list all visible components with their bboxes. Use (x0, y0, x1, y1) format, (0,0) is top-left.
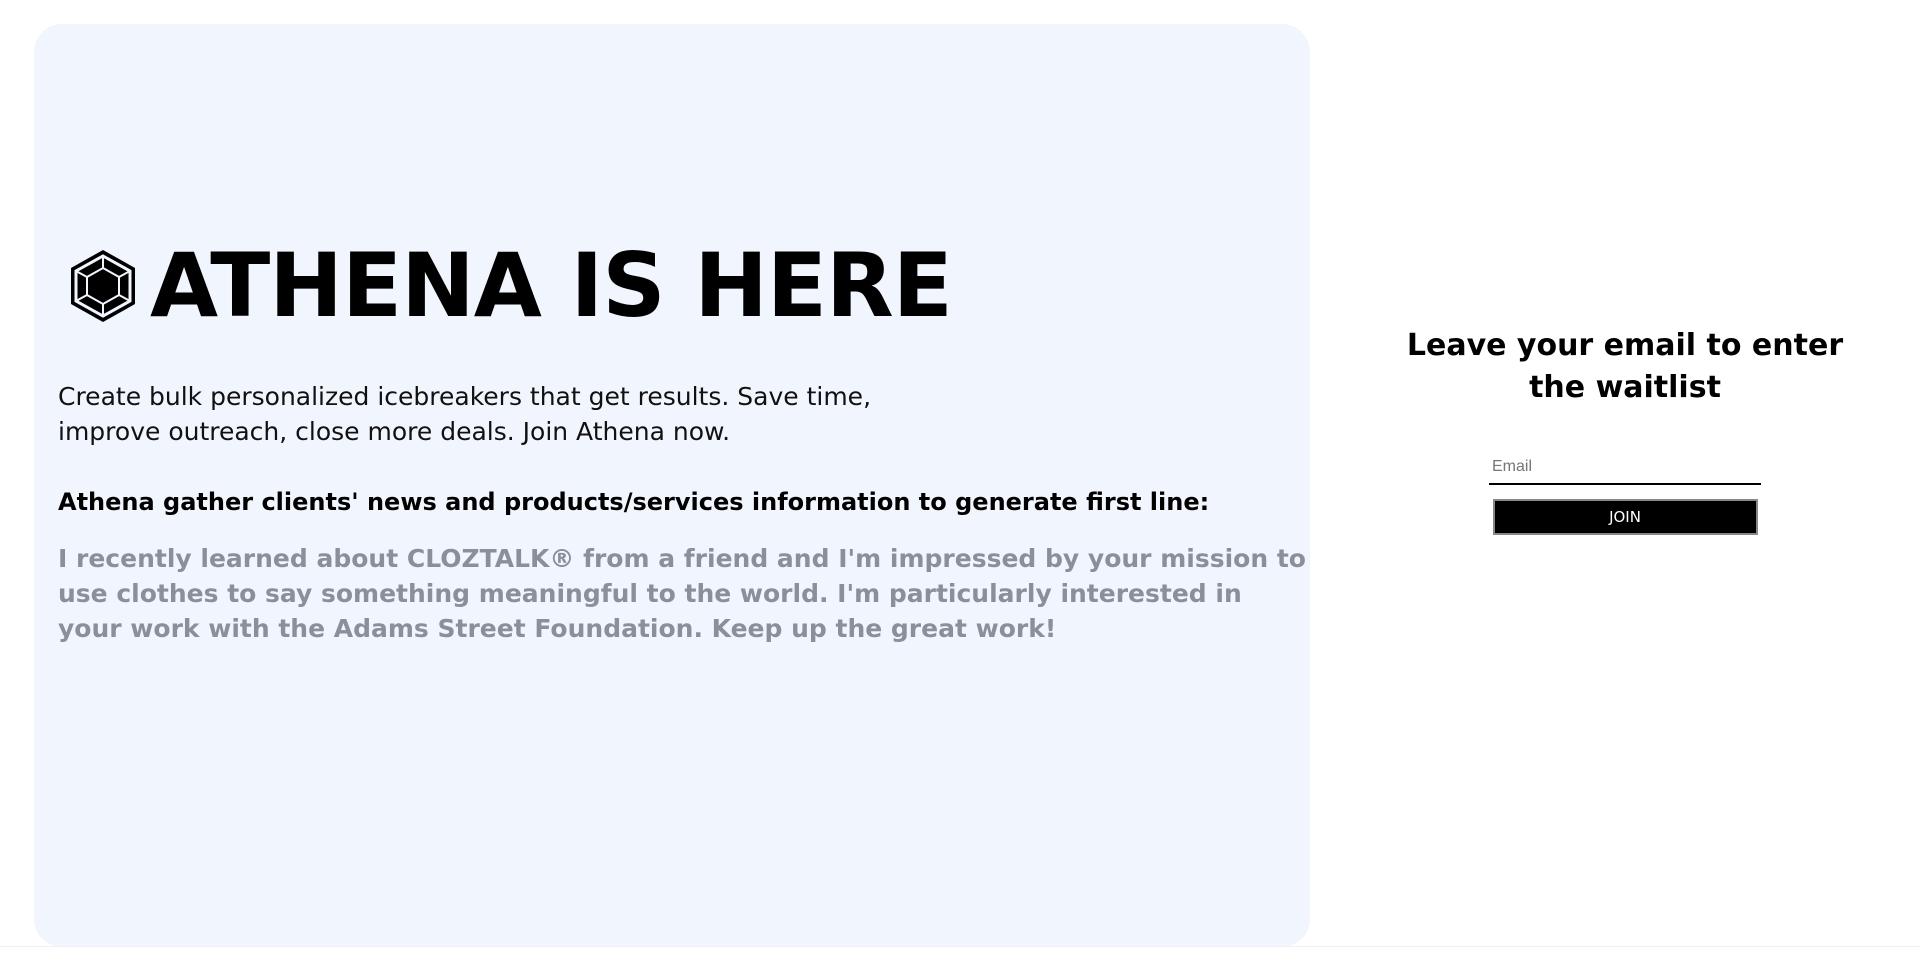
hero-title: ATHENA IS HERE (150, 234, 953, 337)
waitlist-form: Leave your email to enter the waitlist J… (1380, 325, 1870, 535)
features-heading: Athena gather clients' news and products… (58, 488, 1210, 516)
example-first-line: I recently learned about CLOZTALK® from … (58, 544, 1306, 643)
bottom-divider (0, 946, 1920, 947)
hero-panel: ATHENA IS HERE Create bulk personalized … (34, 24, 1310, 947)
join-button[interactable]: JOIN (1492, 499, 1758, 535)
waitlist-title: Leave your email to enter the waitlist (1406, 328, 1844, 405)
landing-page: ATHENA IS HERE Create bulk personalized … (0, 0, 1920, 972)
hero-title-row: ATHENA IS HERE (68, 234, 953, 337)
hero-subtitle: Create bulk personalized icebreakers tha… (58, 382, 872, 446)
email-field[interactable] (1489, 451, 1761, 485)
hexagon-gem-icon (71, 250, 135, 322)
